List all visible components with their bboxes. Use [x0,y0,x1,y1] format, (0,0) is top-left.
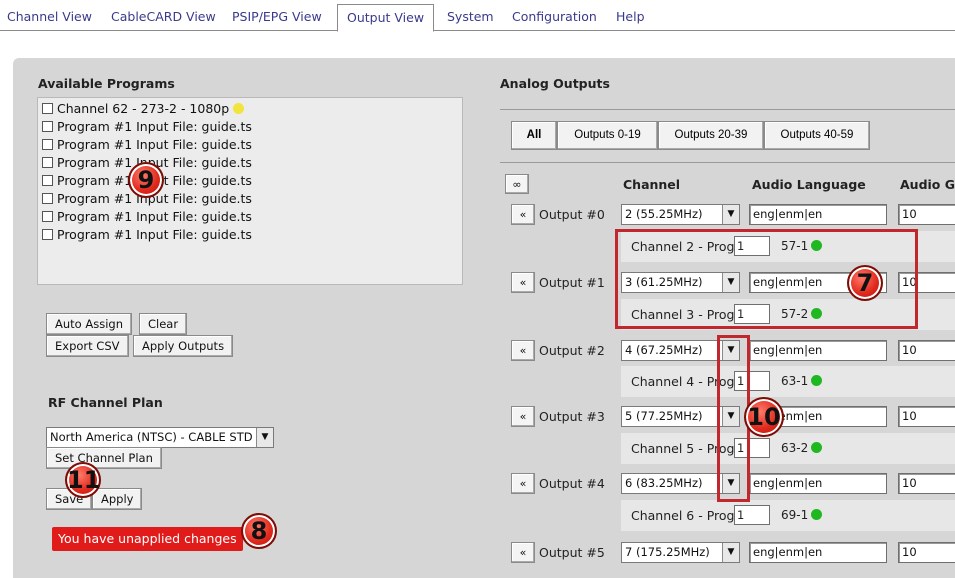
program-checkbox[interactable] [42,229,53,240]
audio-gain-input[interactable]: 10 [898,340,955,361]
collapse-output-button[interactable]: « [511,340,535,361]
program-code-value: 63-2 [781,441,809,455]
program-assignment-row: Channel 6 - Program 1 69-1 [621,500,955,531]
program-label: Program #1 Input File: guide.ts [57,119,252,134]
callout-10-badge: 10 [744,397,784,437]
filter-outputs-0-19-button[interactable]: Outputs 0-19 [557,121,658,150]
channel-value: 7 (175.25MHz) [625,545,710,559]
expand-all-button[interactable]: ∞ [505,174,529,194]
tab-output-view[interactable]: Output View [337,4,435,32]
collapse-output-button[interactable]: « [511,406,535,427]
export-csv-button[interactable]: Export CSV [46,335,129,357]
collapse-output-button[interactable]: « [511,272,535,293]
collapse-output-button[interactable]: « [511,473,535,494]
program-code: 63-1 [781,374,823,388]
available-programs-heading: Available Programs [38,76,175,91]
output-label: Output #0 [539,207,605,222]
analog-outputs-heading: Analog Outputs [500,76,610,91]
program-label: Channel 62 - 273-2 - 1080p [57,101,230,116]
column-header-channel: Channel [623,177,681,192]
program-label: Program #1 Input File: guide.ts [57,137,252,152]
audio-gain-input[interactable]: 10 [898,204,955,225]
audio-language-input[interactable]: eng|enm|en [749,340,887,361]
program-code-value: 69-1 [781,508,809,522]
program-checkbox[interactable] [42,211,53,222]
channel-value: 6 (83.25MHz) [625,476,703,490]
main-tabs: Channel View CableCARD View PSIP/EPG Vie… [0,0,955,33]
column-header-audio-language: Audio Language [752,177,866,192]
tabs-divider [0,30,955,31]
program-assignment-row: Channel 4 - Program 1 63-1 [621,366,955,397]
channel-plan-value: North America (NTSC) - CABLE STD [50,430,253,444]
channel-value: 2 (55.25MHz) [625,207,703,221]
program-number-input[interactable]: 1 [734,505,770,525]
program-item[interactable]: Program #1 Input File: guide.ts [42,119,252,137]
channel-plan-select[interactable]: North America (NTSC) - CABLE STD ▼ [46,427,274,448]
output-label: Output #4 [539,476,605,491]
filter-all-button[interactable]: All [511,121,557,150]
callout-7-badge: 7 [847,265,883,301]
audio-gain-input[interactable]: 10 [898,473,955,494]
program-code-value: 63-1 [781,374,809,388]
tab-help[interactable]: Help [616,9,645,24]
program-checkbox[interactable] [42,175,53,186]
callout-8-badge: 8 [241,513,277,549]
audio-language-input[interactable]: eng|enm|en [749,473,887,494]
callout-9-badge: 9 [128,162,164,198]
channel-value: 4 (67.25MHz) [625,343,703,357]
filter-outputs-20-39-button[interactable]: Outputs 20-39 [658,121,764,150]
set-channel-plan-button[interactable]: Set Channel Plan [46,447,162,469]
green-status-icon [811,375,823,386]
program-item[interactable]: Program #1 Input File: guide.ts [42,227,252,245]
clear-button[interactable]: Clear [139,313,188,335]
callout-11-badge: 11 [65,462,101,498]
program-checkbox[interactable] [42,157,53,168]
program-assignment-row: Channel 5 - Program 1 63-2 [621,433,955,464]
audio-language-input[interactable]: eng|enm|en [749,204,887,225]
tab-system[interactable]: System [447,9,494,24]
program-item[interactable]: Channel 62 - 273-2 - 1080p [42,101,245,119]
dropdown-arrow-icon[interactable]: ▼ [722,543,739,562]
program-item[interactable]: Program #1 Input File: guide.ts [42,137,252,155]
program-checkbox[interactable] [42,193,53,204]
rf-channel-plan-heading: RF Channel Plan [48,395,163,410]
collapse-output-button[interactable]: « [511,542,535,563]
dropdown-arrow-icon[interactable]: ▼ [722,205,739,224]
auto-assign-button[interactable]: Auto Assign [46,313,132,335]
program-list: Channel 62 - 273-2 - 1080p Program #1 In… [37,97,463,285]
divider [500,109,955,110]
program-checkbox[interactable] [42,139,53,150]
collapse-output-button[interactable]: « [511,204,535,225]
program-label: Program #1 Input File: guide.ts [57,227,252,242]
audio-language-input[interactable]: eng|enm|en [749,542,887,563]
program-label: Program #1 Input File: guide.ts [57,209,252,224]
tab-cablecard-view[interactable]: CableCARD View [111,9,216,24]
green-status-icon [811,509,823,520]
tab-psip-epg-view[interactable]: PSIP/EPG View [232,9,322,24]
output-channel-select[interactable]: 7 (175.25MHz) ▼ [621,542,740,563]
output-label: Output #1 [539,275,605,290]
program-checkbox[interactable] [42,121,53,132]
audio-gain-input[interactable]: 10 [898,406,955,427]
audio-gain-input[interactable]: 10 [898,542,955,563]
output-channel-select[interactable]: 2 (55.25MHz) ▼ [621,204,740,225]
program-code: 63-2 [781,441,823,455]
green-status-icon [811,442,823,453]
tab-configuration[interactable]: Configuration [512,9,597,24]
program-code: 69-1 [781,508,823,522]
output-label: Output #5 [539,545,605,560]
tab-channel-view[interactable]: Channel View [7,9,92,24]
yellow-status-icon [233,103,245,114]
channel-value: 5 (77.25MHz) [625,409,703,423]
output-label: Output #3 [539,409,605,424]
filter-outputs-40-59-button[interactable]: Outputs 40-59 [764,121,870,150]
unapplied-changes-warning: You have unapplied changes [52,527,243,551]
output-label: Output #2 [539,343,605,358]
program-checkbox[interactable] [42,103,53,114]
divider [500,162,955,163]
program-item[interactable]: Program #1 Input File: guide.ts [42,209,252,227]
dropdown-arrow-icon[interactable]: ▼ [256,428,273,447]
apply-outputs-button[interactable]: Apply Outputs [133,335,234,357]
column-header-audio-gain: Audio Ga [900,177,955,192]
